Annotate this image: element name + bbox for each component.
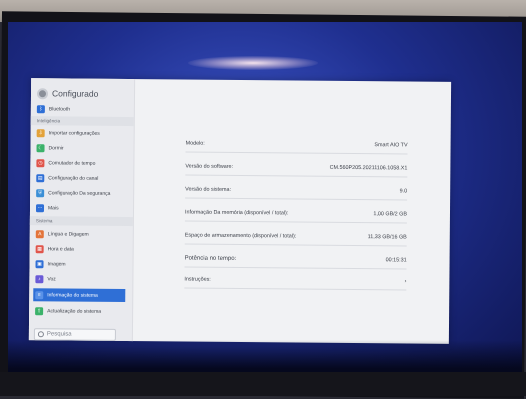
sidebar-item-label: Configuração Da segurança — [48, 189, 111, 197]
shield-icon: ⛨ — [36, 188, 45, 197]
tv-bottom-bezel — [0, 372, 526, 396]
section-header-inteligencia: Inteligência — [30, 116, 134, 127]
search-icon — [37, 331, 44, 338]
sidebar-title: Configurado — [51, 88, 99, 99]
sidebar-item-label: Hora e data — [47, 245, 74, 253]
info-row-instructions[interactable]: Instruções: › — [184, 267, 407, 291]
light-glare — [188, 56, 318, 70]
info-label: Instruções: — [184, 276, 211, 283]
info-value: 1,00 GB/2 GB — [373, 211, 408, 218]
update-icon: ⇧ — [35, 306, 44, 315]
import-icon: ⇩ — [36, 128, 45, 137]
sidebar-item-language[interactable]: A Língua e Digagem — [35, 227, 128, 241]
info-icon: ≡ — [35, 290, 44, 299]
info-label: Espaço de armazenamento (disponível / to… — [184, 232, 297, 240]
sidebar-item-sleep[interactable]: ☾ Dormir — [36, 141, 128, 155]
info-row-memory: Informação Da memória (disponível / tota… — [184, 200, 408, 224]
info-row-power-on-time: Potência no tempo: 00:15:31 — [184, 246, 407, 270]
info-value: CM.560P205.20211106.1058.X1 — [329, 164, 408, 172]
clock-icon: ◷ — [36, 158, 45, 167]
sidebar-item-label: Dormir — [48, 144, 64, 151]
sidebar-item-voice[interactable]: ♪ Voz — [35, 272, 127, 286]
section-header-sistema: Sistema — [29, 216, 133, 227]
sidebar-item-security[interactable]: ⛨ Configuração Da segurança — [36, 186, 128, 200]
voice-icon: ♪ — [35, 274, 44, 283]
sidebar-item-label: Comutador de tempo — [48, 159, 96, 167]
moon-icon: ☾ — [36, 143, 45, 152]
bluetooth-icon: ᛒ — [36, 104, 45, 113]
sidebar-item-bluetooth[interactable]: ᛒ Bluetooth — [36, 102, 129, 116]
sidebar-item-label: Voz — [47, 275, 56, 282]
info-label: Informação Da memória (disponível / tota… — [184, 209, 289, 217]
sidebar-item-label: Configuração do canal — [48, 174, 99, 182]
system-info-panel: Modelo: Smart AIO TV Versão do software:… — [144, 79, 446, 344]
sidebar-item-label: Informação do sistema — [47, 291, 98, 299]
sidebar-item-label: Mais — [47, 204, 59, 211]
sidebar-item-image[interactable]: ▣ Imagem — [35, 257, 127, 271]
info-row-model: Modelo: Smart AIO TV — [185, 131, 408, 155]
calendar-icon: ▦ — [35, 244, 44, 253]
sidebar-item-date-time[interactable]: ▦ Hora e data — [35, 242, 128, 256]
info-value: 9.0 — [399, 188, 408, 195]
sidebar-item-label: Importar configurações — [48, 129, 100, 137]
search-placeholder: Pesquisa — [46, 331, 72, 338]
settings-sidebar: Configurado ᛒ Bluetooth Inteligência ⇩ I… — [28, 78, 136, 342]
sidebar-item-system-update[interactable]: ⇧ Actualização do sistema — [35, 304, 127, 318]
gear-icon — [36, 87, 49, 99]
image-icon: ▣ — [35, 259, 44, 268]
sidebar-item-more[interactable]: ⋯ Mais — [35, 201, 128, 215]
info-label: Modelo: — [185, 140, 205, 147]
settings-window: Configurado ᛒ Bluetooth Inteligência ⇩ I… — [28, 78, 452, 344]
sidebar-item-label: Imagem — [47, 260, 66, 267]
sidebar-item-channel-settings[interactable]: ▤ Configuração do canal — [36, 171, 128, 185]
info-label: Versão do software: — [185, 163, 234, 170]
sidebar-item-timer-switch[interactable]: ◷ Comutador de tempo — [36, 156, 128, 170]
info-row-storage: Espaço de armazenamento (disponível / to… — [184, 223, 407, 247]
info-label: Potência no tempo: — [184, 255, 237, 262]
sidebar-item-label: Bluetooth — [48, 105, 71, 113]
language-icon: A — [35, 229, 44, 238]
info-value: 11,33 GB/16 GB — [367, 234, 407, 241]
info-value: 00:15:31 — [385, 257, 407, 264]
info-row-system-version: Versão do sistema: 9.0 — [185, 177, 408, 201]
search-input[interactable]: Pesquisa — [33, 328, 116, 341]
tv-screen: Configurado ᛒ Bluetooth Inteligência ⇩ I… — [8, 22, 522, 388]
info-row-software-version: Versão do software: CM.560P205.20211106.… — [185, 154, 408, 178]
sidebar-item-system-info[interactable]: ≡ Informação do sistema — [33, 288, 126, 303]
sidebar-item-label: Actualização do sistema — [47, 307, 102, 315]
chevron-right-icon: › — [404, 278, 407, 285]
sidebar-item-import-settings[interactable]: ⇩ Importar configurações — [36, 126, 129, 140]
sidebar-header: Configurado — [36, 84, 99, 103]
more-icon: ⋯ — [35, 203, 45, 212]
channel-icon: ▤ — [36, 173, 45, 182]
sidebar-item-label: Língua e Digagem — [47, 230, 89, 238]
info-label: Versão do sistema: — [185, 186, 232, 193]
info-value: Smart AIO TV — [374, 142, 408, 149]
